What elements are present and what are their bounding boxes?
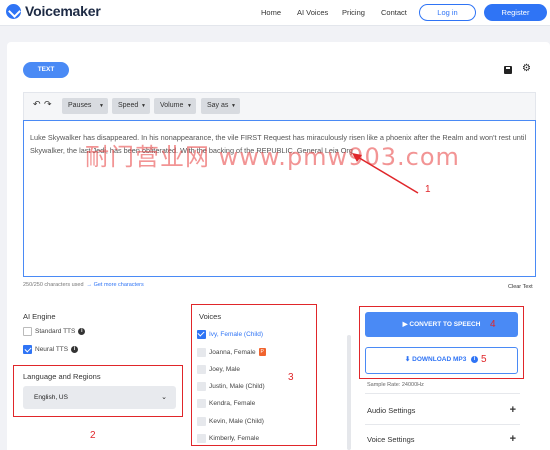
audio-settings-row[interactable]: Audio Settings +	[367, 404, 518, 416]
voice-settings-row[interactable]: Voice Settings +	[367, 433, 518, 445]
annotation-box-4-5	[359, 306, 524, 379]
annotation-label-2: 2	[90, 430, 96, 441]
pauses-dropdown[interactable]: Pauses ▼	[62, 98, 108, 114]
clear-text-button[interactable]: Clear Text	[508, 284, 533, 290]
annotation-arrow	[352, 153, 419, 194]
logo-icon	[6, 3, 21, 19]
speed-dropdown[interactable]: Speed ▼	[112, 98, 150, 114]
standard-tts-label: Standard TTS	[35, 328, 76, 335]
volume-dropdown[interactable]: Volume ▼	[154, 98, 196, 114]
divider	[365, 393, 520, 394]
editor-toolbar: ↶ ↷ Pauses ▼ Speed ▼ Volume ▼ Say as ▼	[23, 92, 536, 120]
pauses-label: Pauses	[68, 102, 92, 109]
speed-label: Speed	[118, 102, 139, 109]
register-button[interactable]: Register	[484, 4, 547, 21]
login-button[interactable]: Log in	[419, 4, 476, 21]
char-count: 250/250 characters used	[23, 282, 84, 288]
annotation-box-3	[191, 304, 317, 446]
nav-ai-voices[interactable]: AI Voices	[297, 8, 328, 17]
nav-home[interactable]: Home	[261, 8, 281, 17]
top-header: Voicemaker Home AI Voices Pricing Contac…	[0, 0, 550, 26]
annotation-label-3: 3	[288, 372, 294, 383]
ai-engine-title: AI Engine	[23, 312, 56, 321]
caret-down-icon: ▼	[141, 103, 146, 109]
char-counter: 250/250 characters used → Get more charac…	[23, 282, 144, 288]
volume-label: Volume	[160, 102, 184, 109]
annotation-box-2	[13, 365, 183, 417]
audio-settings-label: Audio Settings	[367, 406, 416, 415]
standard-tts-checkbox[interactable]	[23, 327, 32, 336]
brand-name: Voicemaker	[25, 3, 101, 19]
annotation-label-4: 4	[490, 319, 496, 330]
say-as-label: Say as	[207, 102, 229, 109]
nav-contact[interactable]: Contact	[381, 8, 407, 17]
more-chars-link[interactable]: → Get more characters	[87, 282, 144, 288]
neural-tts-checkbox[interactable]	[23, 345, 32, 354]
save-icon[interactable]	[504, 66, 512, 74]
sample-rate: Sample Rate: 24000Hz	[367, 382, 424, 388]
voice-settings-label: Voice Settings	[367, 435, 415, 444]
plus-icon[interactable]: +	[510, 433, 516, 445]
say-as-dropdown[interactable]: Say as ▼	[201, 98, 240, 114]
gear-icon[interactable]: ⚙	[522, 63, 531, 75]
voices-scrollbar[interactable]	[347, 335, 351, 450]
annotation-label-5: 5	[481, 354, 487, 365]
standard-tts-option[interactable]: Standard TTS i	[23, 327, 86, 336]
plus-icon[interactable]: +	[510, 404, 516, 416]
undo-icon[interactable]: ↶	[33, 99, 41, 110]
redo-icon[interactable]: ↷	[44, 99, 52, 110]
neural-tts-label: Neural TTS	[35, 346, 69, 353]
caret-down-icon: ▼	[99, 103, 104, 109]
nav-pricing[interactable]: Pricing	[342, 8, 365, 17]
brand-logo[interactable]: Voicemaker	[6, 3, 101, 19]
tab-text[interactable]: TEXT	[23, 62, 69, 78]
info-icon[interactable]: i	[78, 328, 86, 335]
info-icon[interactable]: i	[71, 346, 79, 353]
neural-tts-option[interactable]: Neural TTS i	[23, 345, 79, 354]
caret-down-icon: ▼	[187, 103, 192, 109]
caret-down-icon: ▼	[231, 103, 236, 109]
divider	[365, 424, 520, 425]
annotation-label-1: 1	[425, 184, 431, 195]
